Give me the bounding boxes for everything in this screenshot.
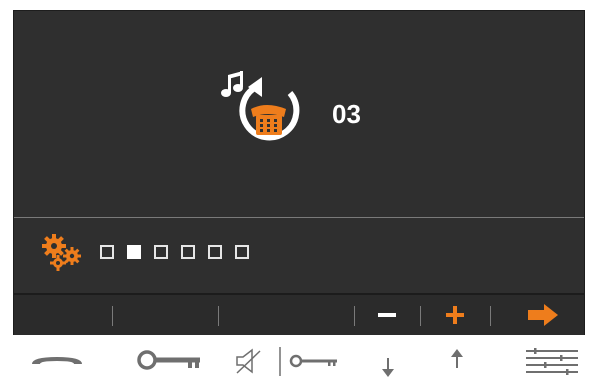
- ringtone-reset-icon: [221, 71, 300, 141]
- level-box-1: [100, 245, 114, 259]
- arrow-right-icon[interactable]: [526, 300, 560, 330]
- arrow-up-icon[interactable]: [449, 348, 465, 370]
- softkey-bar: [14, 295, 584, 335]
- minus-icon[interactable]: [376, 300, 398, 330]
- ringtone-number: 03: [332, 99, 361, 129]
- key-icon[interactable]: [136, 350, 202, 370]
- level-box-4: [181, 245, 195, 259]
- level-box-5: [208, 245, 222, 259]
- arrow-down-icon[interactable]: [380, 356, 396, 378]
- level-box-3: [154, 245, 168, 259]
- level-box-2: [127, 245, 141, 259]
- softkey-separator: [490, 306, 491, 326]
- softkey-separator: [420, 306, 421, 326]
- display-screen: 03: [13, 10, 585, 335]
- plus-icon[interactable]: [444, 300, 466, 330]
- mute-key-icon[interactable]: [234, 346, 342, 376]
- handset-icon[interactable]: [30, 354, 84, 368]
- level-box-6: [235, 245, 249, 259]
- softkey-separator: [354, 306, 355, 326]
- softkey-separator: [112, 306, 113, 326]
- settings-gears-icon: [42, 234, 81, 271]
- softkey-separator: [218, 306, 219, 326]
- physical-button-row: [0, 342, 595, 379]
- menu-lines-icon[interactable]: [524, 348, 580, 376]
- divider: [14, 217, 584, 218]
- volume-level-indicator[interactable]: [100, 245, 249, 259]
